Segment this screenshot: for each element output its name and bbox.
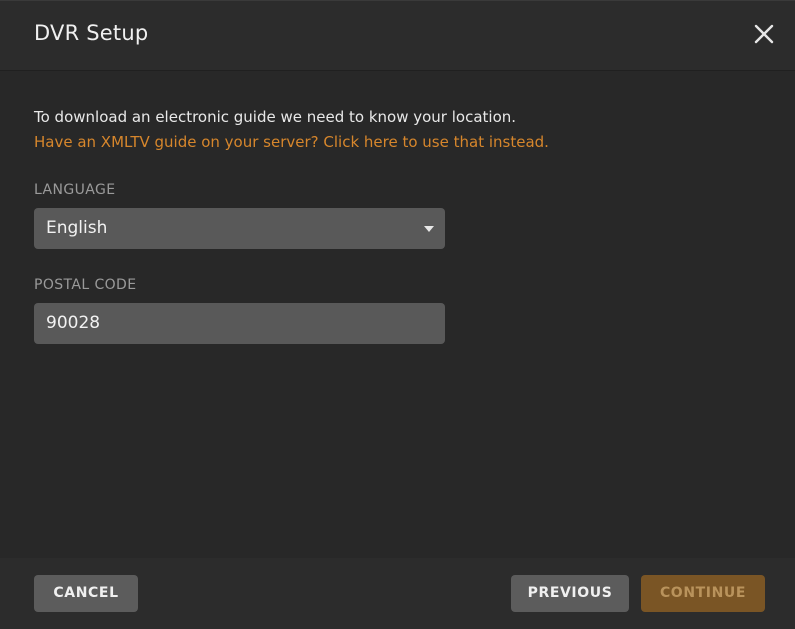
language-label: LANGUAGE [34,182,116,198]
intro-text: To download an electronic guide we need … [34,108,517,126]
cancel-button[interactable]: CANCEL [34,575,138,612]
continue-button[interactable]: CONTINUE [641,575,765,612]
dialog-body: To download an electronic guide we need … [0,71,795,558]
dialog-footer: CANCEL PREVIOUS CONTINUE [0,558,795,629]
previous-button[interactable]: PREVIOUS [511,575,629,612]
close-icon [754,24,774,44]
language-selected-value: English [46,218,108,238]
dialog-header: DVR Setup [0,1,795,71]
postal-code-input[interactable] [34,303,445,344]
language-select[interactable]: English [34,208,445,249]
close-button[interactable] [753,23,775,45]
dvr-setup-dialog: DVR Setup To download an electronic guid… [0,0,795,629]
xmltv-guide-link[interactable]: Have an XMLTV guide on your server? Clic… [34,133,549,151]
chevron-down-icon [424,226,434,232]
dialog-title: DVR Setup [34,21,149,45]
postal-code-label: POSTAL CODE [34,277,137,293]
